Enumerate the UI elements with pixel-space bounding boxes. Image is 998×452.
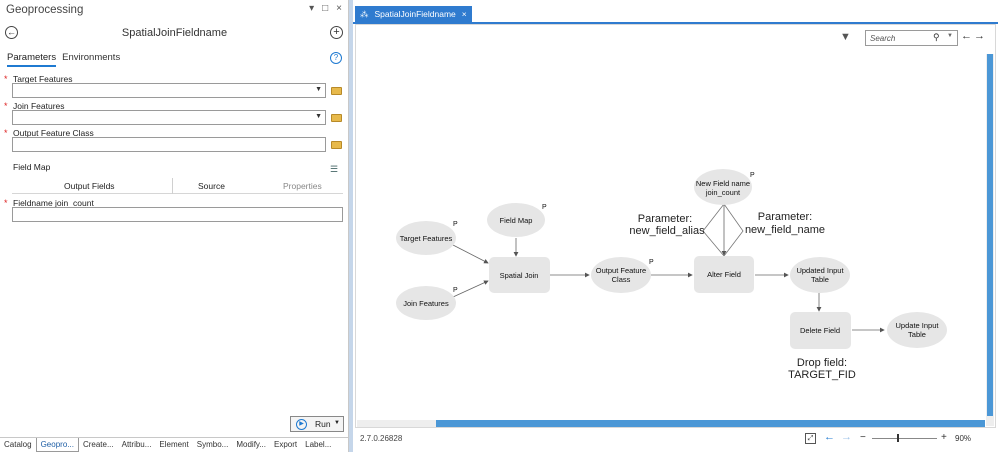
connector: [452, 280, 489, 298]
play-icon: ▶: [296, 419, 307, 430]
version-label: 2.7.0.26828: [360, 434, 403, 443]
diamond-connector: [702, 203, 744, 257]
previous-extent-icon[interactable]: ←: [824, 431, 835, 443]
field-map-options-icon[interactable]: ☰: [330, 164, 342, 175]
annotation-drop: TARGET_FID: [788, 369, 856, 381]
tab-labeling[interactable]: Label...: [301, 438, 335, 452]
node-label: Alter Field: [707, 270, 741, 279]
column-divider: [172, 178, 173, 194]
tab-geoprocessing[interactable]: Geopro...: [35, 438, 79, 452]
field-map-label: Field Map: [13, 162, 51, 172]
tab-element[interactable]: Element: [155, 438, 192, 452]
column-properties[interactable]: Properties: [283, 181, 322, 191]
folder-icon[interactable]: [331, 114, 342, 122]
annotation-drop: Drop field:: [797, 357, 847, 369]
node-label: Updated Input: [796, 266, 844, 275]
tab-attributes[interactable]: Attribu...: [118, 438, 156, 452]
node-label: Update Input: [896, 321, 940, 330]
scrollbar-thumb[interactable]: [987, 54, 993, 416]
pane-maximize-icon[interactable]: □: [322, 3, 328, 14]
node-delete-field[interactable]: Delete Field: [790, 312, 851, 349]
required-marker: *: [4, 101, 8, 111]
run-button[interactable]: ▶ Run ▼: [290, 416, 344, 432]
zoom-in-icon[interactable]: +: [941, 432, 947, 443]
required-marker: *: [4, 198, 8, 208]
node-target-features[interactable]: Target Features P: [396, 221, 458, 255]
annotation-name: new_field_name: [745, 224, 825, 236]
vertical-scrollbar[interactable]: [986, 54, 994, 426]
help-icon[interactable]: ?: [330, 52, 342, 64]
node-label: Field Map: [500, 216, 533, 225]
node-spatial-join[interactable]: Spatial Join: [489, 257, 550, 293]
column-output-fields[interactable]: Output Fields: [64, 181, 115, 191]
node-field-map[interactable]: Field Map P: [487, 203, 547, 237]
pane-window-controls: ▾ □ ×: [309, 3, 342, 14]
dock-tabs: Catalog Geopro... Create... Attribu... E…: [0, 437, 349, 452]
model-diagram: Target Features P Join Features P Field …: [396, 169, 947, 381]
param-marker: P: [750, 172, 755, 179]
geoprocessing-pane: Geoprocessing ▾ □ × ← SpatialJoinFieldna…: [0, 0, 349, 452]
node-join-features[interactable]: Join Features P: [396, 286, 458, 320]
model-view: ⁂ SpatialJoinFieldname × ▼ Search ⚲ ▼ ← …: [353, 0, 998, 452]
param-marker: P: [649, 259, 654, 266]
tab-create[interactable]: Create...: [79, 438, 118, 452]
node-new-field-name[interactable]: New Field name join_count P: [694, 169, 755, 205]
column-source[interactable]: Source: [198, 181, 225, 191]
node-updated-input-table[interactable]: Updated Input Table: [790, 257, 850, 293]
connector: [452, 244, 489, 264]
chevron-down-icon[interactable]: ▼: [334, 420, 340, 426]
pane-title: Geoprocessing: [6, 4, 84, 16]
tab-modify[interactable]: Modify...: [232, 438, 270, 452]
node-label: Join Features: [403, 299, 449, 308]
run-label: Run: [315, 419, 331, 429]
join-features-input[interactable]: ▼: [12, 110, 326, 125]
node-label: Delete Field: [800, 326, 840, 335]
pane-menu-icon[interactable]: ▾: [309, 3, 314, 14]
zoom-level[interactable]: 90%: [955, 434, 971, 443]
add-icon[interactable]: +: [330, 26, 343, 39]
tab-catalog[interactable]: Catalog: [0, 438, 36, 452]
fit-to-window-icon[interactable]: ⤢: [805, 433, 816, 444]
field-map-columns: Output Fields Source Properties: [12, 178, 343, 194]
node-update-input-table[interactable]: Update Input Table: [887, 312, 947, 348]
annotation-alias: new_field_alias: [629, 225, 705, 237]
node-label: Table: [908, 330, 926, 339]
next-extent-icon[interactable]: →: [841, 431, 852, 443]
tab-export[interactable]: Export: [270, 438, 301, 452]
node-label: join_count: [705, 188, 741, 197]
chevron-down-icon[interactable]: ▼: [315, 113, 322, 120]
node-label: Table: [811, 275, 829, 284]
param-marker: P: [542, 204, 547, 211]
tool-title: SpatialJoinFieldname: [121, 27, 228, 39]
horizontal-scrollbar[interactable]: [357, 420, 985, 427]
tab-environments[interactable]: Environments: [62, 52, 120, 67]
node-label: Target Features: [400, 234, 453, 243]
required-marker: *: [4, 74, 8, 84]
parameter-tabs: Parameters Environments: [7, 52, 120, 67]
node-label: Class: [612, 275, 631, 284]
required-marker: *: [4, 128, 8, 138]
zoom-slider[interactable]: [872, 438, 937, 439]
node-label: Output Feature: [596, 266, 646, 275]
zoom-slider-thumb[interactable]: [897, 434, 899, 442]
fieldname-input[interactable]: [12, 207, 343, 222]
output-feature-class-input[interactable]: [12, 137, 326, 152]
node-label: New Field name: [696, 179, 750, 188]
target-features-input[interactable]: ▼: [12, 83, 326, 98]
annotation-alias: Parameter:: [638, 213, 692, 225]
scrollbar-thumb[interactable]: [436, 420, 985, 427]
annotation-name: Parameter:: [758, 211, 812, 223]
chevron-down-icon[interactable]: ▼: [315, 86, 322, 93]
folder-icon[interactable]: [331, 141, 342, 149]
node-label: Spatial Join: [500, 271, 539, 280]
tab-symbology[interactable]: Symbo...: [193, 438, 233, 452]
folder-icon[interactable]: [331, 87, 342, 95]
tab-parameters[interactable]: Parameters: [7, 52, 57, 67]
param-marker: P: [453, 221, 458, 228]
pane-close-icon[interactable]: ×: [336, 3, 342, 14]
param-marker: P: [453, 287, 458, 294]
node-alter-field[interactable]: Alter Field: [694, 256, 754, 293]
node-output-feature-class[interactable]: Output Feature Class P: [591, 257, 654, 293]
zoom-out-icon[interactable]: −: [860, 432, 866, 443]
